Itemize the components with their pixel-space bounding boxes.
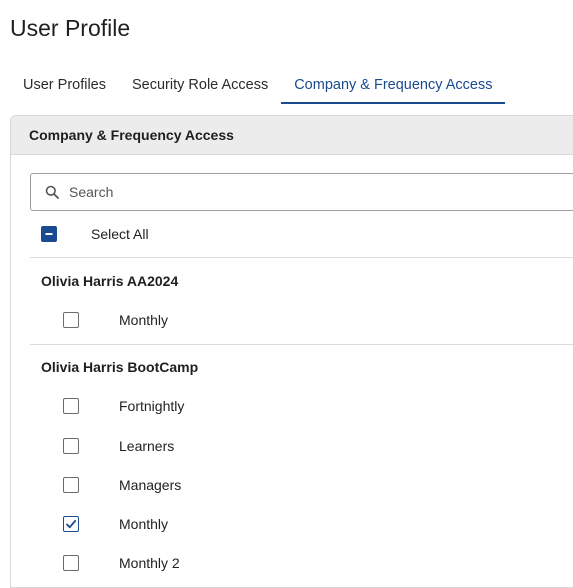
item-label: Managers (119, 477, 182, 493)
item-checkbox-checked[interactable] (63, 516, 79, 532)
item-checkbox[interactable] (63, 398, 79, 414)
item-label: Learners (119, 438, 175, 454)
page-title: User Profile (10, 15, 131, 41)
select-all-row[interactable]: Select All (41, 226, 149, 242)
select-all-checkbox[interactable] (41, 226, 57, 242)
item-label: Monthly 2 (119, 555, 180, 571)
item-checkbox[interactable] (63, 477, 79, 493)
tab-security-role-access[interactable]: Security Role Access (119, 68, 281, 104)
item-checkbox[interactable] (63, 312, 79, 328)
search-icon (45, 185, 59, 199)
search-input[interactable] (67, 183, 573, 201)
tab-company-frequency-access[interactable]: Company & Frequency Access (281, 68, 506, 104)
item-checkbox[interactable] (63, 555, 79, 571)
search-box[interactable] (30, 173, 573, 211)
list-item[interactable]: Monthly 2 (63, 555, 180, 571)
panel-header: Company & Frequency Access (11, 116, 573, 155)
list-item[interactable]: Monthly (63, 516, 168, 532)
divider (30, 344, 573, 345)
select-all-label: Select All (91, 226, 149, 242)
minus-icon (45, 233, 53, 235)
divider (30, 257, 573, 258)
tab-user-profiles[interactable]: User Profiles (10, 68, 119, 104)
list-item[interactable]: Monthly (63, 312, 168, 328)
company-frequency-panel: Company & Frequency Access Select All Ol… (10, 115, 573, 588)
item-checkbox[interactable] (63, 438, 79, 454)
checkmark-icon (66, 519, 77, 529)
item-label: Monthly (119, 312, 169, 328)
group-title: Olivia Harris AA2024 (41, 273, 179, 289)
group-title: Olivia Harris BootCamp (41, 359, 199, 375)
item-label: Monthly (119, 516, 169, 532)
tab-bar: User Profiles Security Role Access Compa… (10, 68, 506, 104)
item-label: Fortnightly (119, 398, 185, 414)
list-item[interactable]: Fortnightly (63, 398, 184, 414)
list-item[interactable]: Managers (63, 477, 181, 493)
list-item[interactable]: Learners (63, 438, 174, 454)
